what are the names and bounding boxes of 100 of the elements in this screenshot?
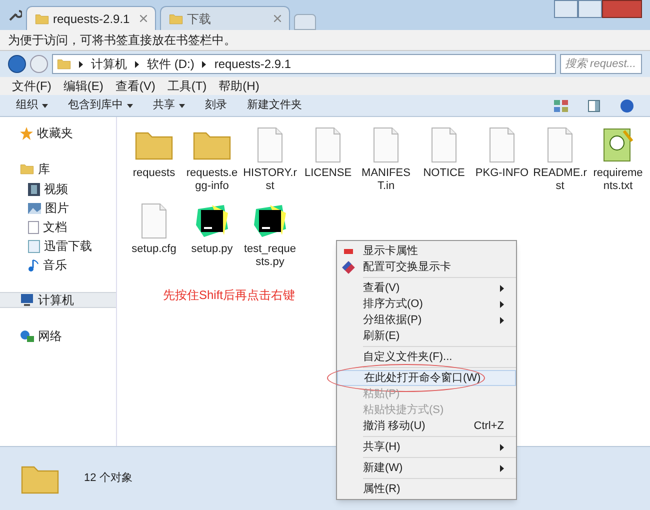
menu-item[interactable]: 撤消 移动(U) Ctrl+Z	[337, 418, 516, 434]
file-item[interactable]: LICENSE	[299, 125, 357, 193]
file-name: test_requests.py	[243, 243, 297, 269]
document-icon	[28, 240, 40, 252]
breadcrumb[interactable]: 计算机	[91, 55, 127, 73]
file-name: requirements.txt	[592, 167, 644, 193]
folder-icon	[57, 58, 71, 70]
file-name: HISTORY.rst	[243, 167, 297, 193]
pc-app-icon	[252, 203, 288, 239]
minimize-button[interactable]	[554, 0, 578, 18]
shortcut-text: Ctrl+Z	[474, 418, 504, 434]
menu-item[interactable]: 在此处打开命令窗口(W)	[337, 370, 516, 386]
menu-item[interactable]: 帮助(H)	[218, 77, 260, 95]
breadcrumb[interactable]: requests-2.9.1	[214, 55, 292, 73]
address-field[interactable]: 计算机 软件 (D:) requests-2.9.1	[52, 54, 556, 74]
menu-item[interactable]: 文件(F)	[12, 77, 52, 95]
wrench-icon[interactable]	[8, 8, 22, 22]
tab-label: requests-2.9.1	[53, 10, 131, 28]
submenu-arrow-icon	[500, 444, 504, 450]
caret-icon	[42, 104, 48, 108]
notepad-icon	[602, 127, 634, 163]
file-name: README.rst	[533, 167, 587, 193]
sidebar-item[interactable]: 图片	[0, 201, 116, 215]
menu-item[interactable]: 分组依据(P)	[337, 312, 516, 328]
chevron-icon	[202, 60, 206, 68]
view-options-icon[interactable]	[554, 100, 568, 112]
file-item[interactable]: requests	[125, 125, 183, 193]
close-icon[interactable]	[140, 15, 147, 22]
sidebar-item[interactable]: 迅雷下载	[0, 239, 116, 253]
film-icon	[28, 182, 40, 196]
sidebar-item[interactable]: 库	[0, 161, 116, 177]
menu-item[interactable]: 自定义文件夹(F)...	[337, 349, 516, 365]
file-item[interactable]: test_requests.py	[241, 201, 299, 269]
menu-item[interactable]: 查看(V)	[337, 280, 516, 296]
pc-app-icon	[194, 203, 230, 239]
menu-item[interactable]: 编辑(E)	[63, 77, 104, 95]
submenu-arrow-icon	[500, 316, 504, 324]
toolbar-button[interactable]: 刻录	[205, 97, 227, 114]
folder-icon	[169, 12, 183, 24]
file-item[interactable]: setup.py	[183, 201, 241, 269]
folder-icon	[20, 163, 34, 175]
menu-item[interactable]: 配置可交换显示卡	[337, 259, 516, 275]
menu-item[interactable]: 属性(R)	[337, 481, 516, 497]
maximize-button[interactable]	[578, 0, 602, 18]
menu-item[interactable]: 新建(W)	[337, 460, 516, 476]
document-icon	[546, 127, 574, 163]
file-name: requests	[132, 167, 176, 180]
browser-tab[interactable]: requests-2.9.1	[26, 6, 156, 30]
chevron-icon	[79, 60, 83, 68]
submenu-arrow-icon	[500, 300, 504, 308]
menu-item[interactable]: 查看(V)	[115, 77, 156, 95]
browser-tab[interactable]: 下载	[160, 6, 290, 30]
close-icon[interactable]	[274, 15, 281, 22]
menu-item[interactable]: 排序方式(O)	[337, 296, 516, 312]
menu-item[interactable]: 共享(H)	[337, 439, 516, 455]
menu-item[interactable]: 刷新(E)	[337, 328, 516, 344]
breadcrumb[interactable]: 软件 (D:)	[147, 55, 194, 73]
toolbar-button[interactable]: 新建文件夹	[247, 97, 302, 114]
document-icon	[430, 127, 458, 163]
file-item[interactable]: setup.cfg	[125, 201, 183, 269]
file-name: PKG-INFO	[475, 167, 529, 180]
file-item[interactable]: MANIFEST.in	[357, 125, 415, 193]
sidebar-item[interactable]: 音乐	[0, 258, 116, 272]
preview-pane-icon[interactable]	[588, 100, 600, 112]
document-icon	[488, 127, 516, 163]
document-icon	[140, 203, 168, 239]
sidebar-item[interactable]: 网络	[0, 328, 116, 344]
sidebar-item[interactable]: 文档	[0, 220, 116, 234]
toolbar-button[interactable]: 共享	[153, 97, 185, 114]
file-item[interactable]: requests.egg-info	[183, 125, 241, 193]
chevron-icon	[135, 60, 139, 68]
sidebar-item[interactable]: 收藏夹	[0, 125, 116, 141]
file-item[interactable]: PKG-INFO	[473, 125, 531, 193]
file-item[interactable]: HISTORY.rst	[241, 125, 299, 193]
close-button[interactable]	[602, 0, 642, 18]
network-icon	[20, 330, 34, 342]
file-item[interactable]: requirements.txt	[589, 125, 647, 193]
tab-label: 下载	[187, 10, 212, 28]
back-button[interactable]	[8, 55, 26, 73]
new-tab-button[interactable]	[294, 14, 316, 30]
toolbar-button[interactable]: 包含到库中	[68, 97, 133, 114]
music-note-icon	[28, 258, 39, 272]
menu-item[interactable]: 工具(T)	[167, 77, 207, 95]
file-item[interactable]: README.rst	[531, 125, 589, 193]
submenu-arrow-icon	[500, 284, 504, 292]
file-name: requests.egg-info	[185, 167, 239, 193]
document-icon	[372, 127, 400, 163]
sidebar-item[interactable]: 视频	[0, 182, 116, 196]
menu-item[interactable]: 显示卡属性	[337, 243, 516, 259]
caret-icon	[127, 104, 133, 108]
status-text: 12 个对象	[84, 471, 132, 486]
search-field[interactable]: 搜索 request...	[560, 54, 642, 74]
sidebar-item[interactable]: 计算机	[0, 292, 116, 308]
file-name: NOTICE	[422, 167, 466, 180]
folder-icon	[35, 12, 49, 24]
picture-icon	[28, 202, 41, 214]
toolbar-button[interactable]: 组织	[16, 97, 48, 114]
file-name: setup.cfg	[130, 243, 178, 256]
file-item[interactable]: NOTICE	[415, 125, 473, 193]
submenu-arrow-icon	[500, 464, 504, 472]
